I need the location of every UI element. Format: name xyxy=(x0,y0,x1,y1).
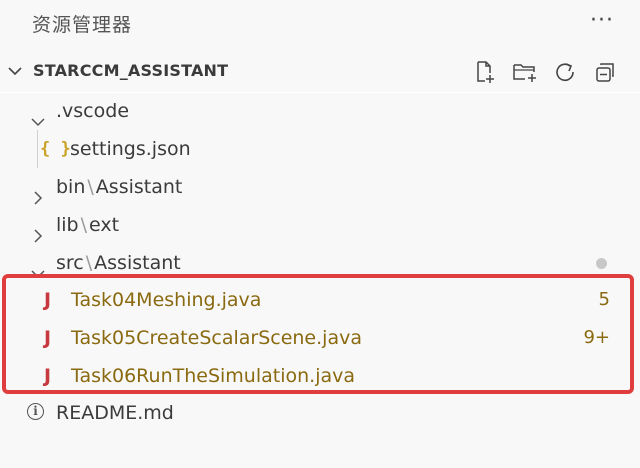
json-file-icon: { } xyxy=(40,139,71,159)
new-file-icon[interactable] xyxy=(472,59,498,85)
problem-count-badge: 9+ xyxy=(583,327,610,348)
folder-name-part: Assistant xyxy=(94,252,181,274)
section-actions xyxy=(472,59,618,85)
folder-label: .vscode xyxy=(56,100,130,122)
path-separator: \ xyxy=(80,214,88,236)
explorer-title: 资源管理器 xyxy=(32,14,133,36)
problem-count-badge: 5 xyxy=(598,289,610,310)
workspace-section-header[interactable]: STARCCM_ASSISTANT xyxy=(0,55,640,91)
tree-folder-lib-ext[interactable]: lib \ ext xyxy=(0,206,640,244)
tree-file-readme[interactable]: i README.md xyxy=(0,394,640,432)
explorer-header: 资源管理器 ··· xyxy=(0,0,640,48)
collapse-all-icon[interactable] xyxy=(592,59,618,85)
tree-file-java[interactable]: J Task05CreateScalarScene.java 9+ xyxy=(0,319,640,357)
folder-label: bin \ Assistant xyxy=(56,168,182,206)
tree-file-settings-json[interactable]: { } settings.json xyxy=(0,130,640,168)
tree-file-java[interactable]: J Task04Meshing.java 5 xyxy=(0,281,640,319)
folder-name-part: Assistant xyxy=(95,176,183,198)
java-file-icon: J xyxy=(44,365,52,387)
tree-folder-src-assistant[interactable]: src \ Assistant xyxy=(0,244,640,282)
modified-dot-icon xyxy=(596,258,607,269)
refresh-icon[interactable] xyxy=(552,59,578,85)
workspace-title: STARCCM_ASSISTANT xyxy=(33,61,229,80)
chevron-down-icon xyxy=(6,63,24,82)
file-label: settings.json xyxy=(70,138,191,160)
file-label: README.md xyxy=(56,402,174,424)
folder-name-part: lib xyxy=(56,214,79,236)
tree-folder-bin-assistant[interactable]: bin \ Assistant xyxy=(0,168,640,206)
tree-file-java[interactable]: J Task06RunTheSimulation.java xyxy=(0,357,640,395)
folder-name-part: bin xyxy=(56,176,86,198)
info-icon: i xyxy=(27,403,44,420)
folder-label: src \ Assistant xyxy=(56,244,181,282)
folder-name-part: src xyxy=(56,252,84,274)
java-file-icon: J xyxy=(44,289,52,311)
more-actions-icon[interactable]: ··· xyxy=(590,6,614,36)
path-separator: \ xyxy=(85,252,93,274)
file-label: Task06RunTheSimulation.java xyxy=(71,365,356,387)
new-folder-icon[interactable] xyxy=(512,59,538,85)
folder-name-part: ext xyxy=(89,214,120,236)
path-separator: \ xyxy=(87,176,94,198)
tree-folder-vscode[interactable]: .vscode xyxy=(0,92,640,130)
java-file-icon: J xyxy=(44,327,52,349)
explorer-panel: 资源管理器 ··· STARCCM_ASSISTANT .vscode {} … xyxy=(0,0,640,468)
file-label: Task04Meshing.java xyxy=(71,289,262,311)
folder-label: lib \ ext xyxy=(56,206,119,244)
file-label: Task05CreateScalarScene.java xyxy=(71,327,362,349)
